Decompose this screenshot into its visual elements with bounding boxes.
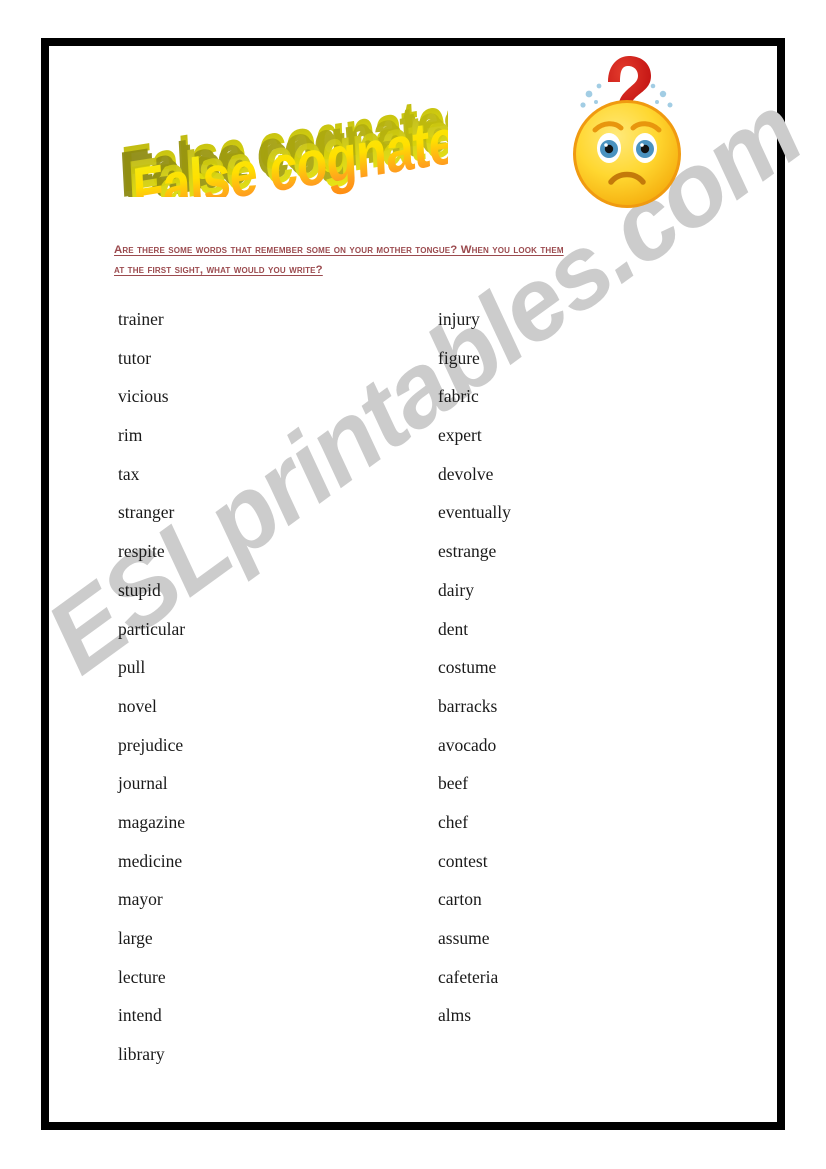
word-item: stranger <box>118 502 175 523</box>
word-item: large <box>118 928 153 948</box>
word-item: journal <box>118 773 168 794</box>
word-item: trainer <box>118 309 164 329</box>
word-item: contest <box>438 850 488 871</box>
word-item: alms <box>438 1005 472 1026</box>
word-item: avocado <box>438 734 497 755</box>
word-item: barracks <box>438 695 498 716</box>
word-item: estrange <box>438 541 497 562</box>
word-column-right: injury figure fabric expert devolve even… <box>438 300 738 1035</box>
word-item: assume <box>438 928 490 948</box>
word-item: magazine <box>118 811 186 832</box>
word-item: prejudice <box>118 734 184 755</box>
confused-smiley-icon <box>553 52 701 214</box>
word-item: respite <box>118 541 165 562</box>
word-item: fabric <box>438 386 479 407</box>
word-item: devolve <box>438 463 494 484</box>
word-item: dent <box>438 618 469 639</box>
word-item: dairy <box>438 579 474 600</box>
word-column-left: trainer tutor vicious rim tax stranger r… <box>118 300 418 1074</box>
word-item: costume <box>438 657 497 678</box>
word-item: injury <box>438 309 480 329</box>
word-item: eventually <box>438 502 511 523</box>
instruction-line-2: at the first sight, what would you write… <box>114 264 323 276</box>
wordart-title-false-cognates: False cognates?! False cognates?! False … <box>118 92 448 197</box>
word-item: mayor <box>118 889 163 910</box>
word-item: intend <box>118 1005 162 1026</box>
word-item: beef <box>438 773 469 794</box>
word-item: cafeteria <box>438 966 499 987</box>
instruction-text: Are there some words that remember some … <box>114 240 714 280</box>
word-item: rim <box>118 425 143 446</box>
word-item: lecture <box>118 966 166 987</box>
word-item: pull <box>118 657 146 678</box>
worksheet-page: False cognates?! False cognates?! False … <box>0 0 826 1169</box>
word-item: library <box>118 1044 165 1065</box>
word-item: tax <box>118 463 140 484</box>
word-item: tutor <box>118 347 152 368</box>
word-item: stupid <box>118 579 161 600</box>
word-item: novel <box>118 695 157 716</box>
word-item: carton <box>438 889 482 910</box>
word-item: vicious <box>118 386 169 407</box>
word-item: expert <box>438 425 482 446</box>
word-item: chef <box>438 811 469 832</box>
instruction-line-1: Are there some words that remember some … <box>114 244 564 256</box>
word-item: medicine <box>118 850 183 871</box>
word-item: figure <box>438 347 480 368</box>
word-item: particular <box>118 618 186 639</box>
